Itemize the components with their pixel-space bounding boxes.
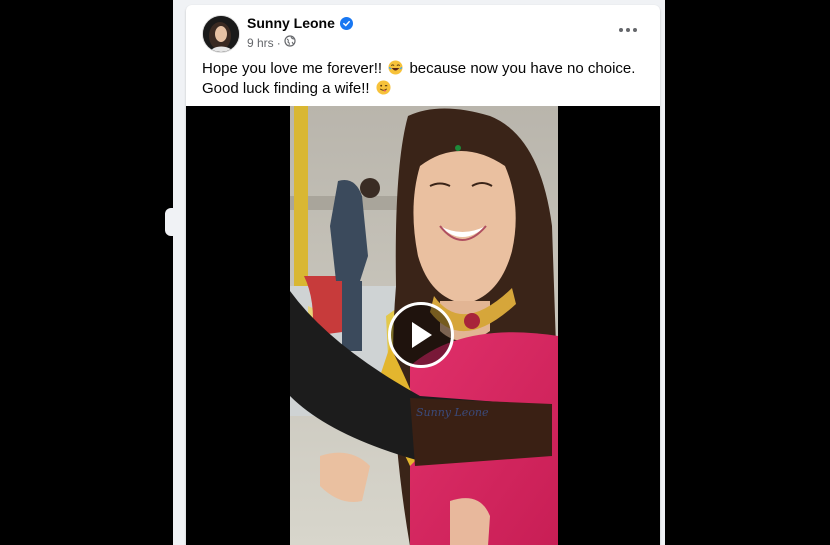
video-player[interactable]: Sunny Leone bbox=[186, 106, 660, 545]
post-meta: 9 hrs · bbox=[247, 35, 296, 50]
caption-line-2: Good luck finding a wife!! bbox=[202, 79, 642, 99]
avatar-photo bbox=[203, 16, 239, 52]
post-caption: Hope you love me forever!! because now y… bbox=[202, 59, 642, 99]
caption-text-2: Good luck finding a wife!! bbox=[202, 80, 370, 97]
verified-badge-icon bbox=[339, 16, 353, 30]
play-icon bbox=[412, 322, 432, 348]
author-row: Sunny Leone bbox=[247, 15, 353, 31]
play-button[interactable] bbox=[388, 302, 454, 368]
caption-text-1b: because now you have no choice. bbox=[409, 60, 636, 77]
scroll-notch bbox=[165, 208, 177, 236]
wink-tongue-emoji-icon bbox=[376, 80, 391, 95]
globe-icon[interactable] bbox=[284, 35, 296, 50]
post-timestamp[interactable]: 9 hrs bbox=[247, 36, 274, 50]
tattoo-text: Sunny Leone bbox=[416, 406, 489, 419]
more-options-icon[interactable] bbox=[616, 20, 640, 40]
meta-separator: · bbox=[276, 35, 281, 50]
caption-line-1: Hope you love me forever!! because now y… bbox=[202, 59, 642, 79]
laughing-emoji-icon bbox=[388, 60, 403, 75]
author-avatar[interactable] bbox=[202, 15, 240, 53]
post-header: Sunny Leone 9 hrs · bbox=[186, 5, 660, 57]
post-card: Sunny Leone 9 hrs · Hope you love me for… bbox=[186, 5, 660, 545]
author-name[interactable]: Sunny Leone bbox=[247, 15, 335, 31]
caption-text-1: Hope you love me forever!! bbox=[202, 60, 383, 77]
